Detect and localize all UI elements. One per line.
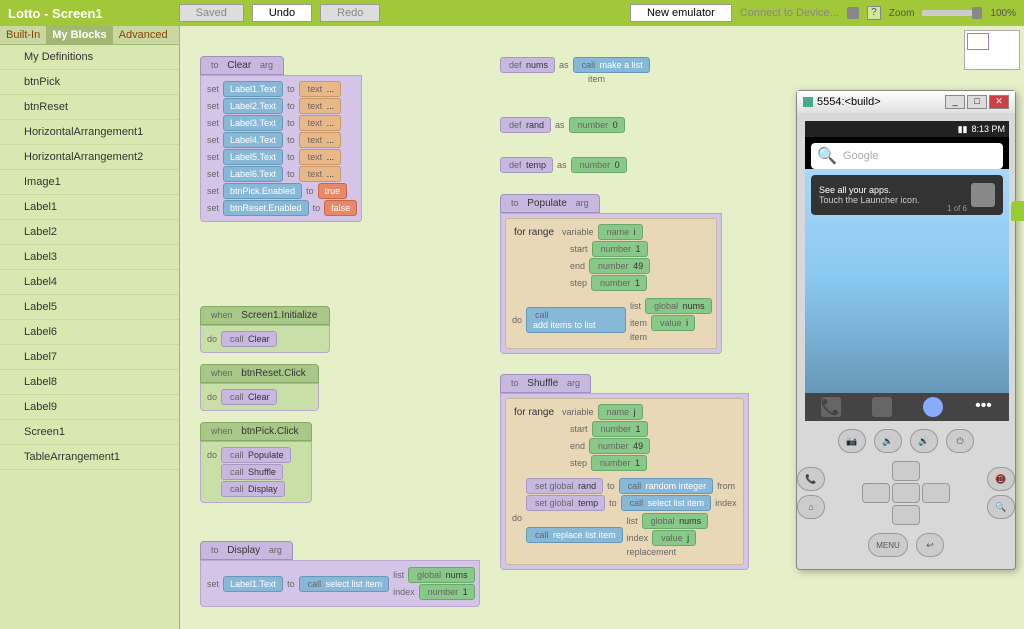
emulator-icon <box>803 97 813 107</box>
dpad-up[interactable] <box>892 461 920 481</box>
device-status-icon <box>847 7 859 19</box>
sidebar-item[interactable]: Label1 <box>0 195 179 220</box>
dpad[interactable] <box>860 461 952 525</box>
home-icon[interactable]: ⌂ <box>797 495 825 519</box>
dpad-down[interactable] <box>892 505 920 525</box>
emulator-screen[interactable]: ▮▮ 8:13 PM 🔍 Google See all your apps. T… <box>805 121 1009 421</box>
end-call-icon[interactable]: 📵 <box>987 467 1015 491</box>
sidebar-item[interactable]: Label2 <box>0 220 179 245</box>
block-btnreset-click[interactable]: when btnReset.Click docall Clear <box>200 364 319 411</box>
block-def-rand[interactable]: def rand as number 0 <box>500 116 625 134</box>
emulator-window[interactable]: 5554:<build> _ □ ✕ ▮▮ 8:13 PM 🔍 Google S… <box>796 90 1016 570</box>
call-icon[interactable]: 📞 <box>797 467 825 491</box>
palette-tabs: Built-In My Blocks Advanced <box>0 26 179 45</box>
android-statusbar: ▮▮ 8:13 PM <box>805 121 1009 137</box>
minimap[interactable] <box>964 30 1020 70</box>
launcher-hint: See all your apps. Touch the Launcher ic… <box>811 175 1003 215</box>
more-icon[interactable]: ••• <box>974 397 994 417</box>
app-title: Lotto - Screen1 <box>8 6 103 21</box>
sidebar-item[interactable]: btnReset <box>0 95 179 120</box>
phone-icon[interactable]: 📞 <box>821 397 841 417</box>
close-icon[interactable]: ✕ <box>989 95 1009 109</box>
redo-button[interactable]: Redo <box>320 4 380 22</box>
sidebar-item[interactable]: Image1 <box>0 170 179 195</box>
sidebar-item[interactable]: Label8 <box>0 370 179 395</box>
sidebar-item[interactable]: HorizontalArrangement2 <box>0 145 179 170</box>
apps-grid-icon <box>971 183 995 207</box>
help-icon[interactable]: ? <box>867 6 881 20</box>
sidebar-item[interactable]: Label6 <box>0 320 179 345</box>
sidebar-item[interactable]: Label5 <box>0 295 179 320</box>
block-display-procedure[interactable]: to Display arg setLabel1.Textto call sel… <box>200 541 480 607</box>
emulator-title: 5554:<build> <box>817 96 881 108</box>
block-clear-procedure[interactable]: to Clear arg setLabel1.Texttotext ...set… <box>200 56 362 222</box>
minimize-icon[interactable]: _ <box>945 95 965 109</box>
vol-down-icon[interactable]: 🔉 <box>874 429 902 453</box>
connect-device-dropdown[interactable]: Connect to Device... <box>740 7 839 19</box>
zoom-label: Zoom <box>889 8 915 19</box>
sidebar-item[interactable]: Label7 <box>0 345 179 370</box>
block-btnpick-click[interactable]: when btnPick.Click docall Populate call … <box>200 422 312 503</box>
maximize-icon[interactable]: □ <box>967 95 987 109</box>
top-toolbar: Lotto - Screen1 Saved Undo Redo New emul… <box>0 0 1024 26</box>
zoom-slider[interactable] <box>922 10 982 16</box>
block-def-nums[interactable]: def nums as call make a list item <box>500 56 650 85</box>
power-icon[interactable]: ⏻ <box>946 429 974 453</box>
browser-icon[interactable] <box>923 397 943 417</box>
dpad-right[interactable] <box>922 483 950 503</box>
tab-advanced[interactable]: Advanced <box>113 26 174 44</box>
tab-builtin[interactable]: Built-In <box>0 26 46 44</box>
new-emulator-button[interactable]: New emulator <box>630 4 732 22</box>
saved-button[interactable]: Saved <box>179 4 244 22</box>
google-search-bar[interactable]: 🔍 Google <box>811 143 1003 169</box>
block-shuffle-procedure[interactable]: to Shuffle arg for range variablename j … <box>500 374 749 570</box>
sidebar-item[interactable]: btnPick <box>0 70 179 95</box>
block-populate-procedure[interactable]: to Populate arg for range variablename i… <box>500 194 722 354</box>
emulator-titlebar[interactable]: 5554:<build> _ □ ✕ <box>797 91 1015 113</box>
sidebar-item[interactable]: TableArrangement1 <box>0 445 179 470</box>
search-hw-icon[interactable]: 🔍 <box>987 495 1015 519</box>
search-placeholder: Google <box>843 150 878 162</box>
sidebar-item[interactable]: Screen1 <box>0 420 179 445</box>
sidebar-item[interactable]: My Definitions <box>0 45 179 70</box>
block-screen-initialize[interactable]: when Screen1.Initialize docall Clear <box>200 306 330 353</box>
sidebar-item[interactable]: HorizontalArrangement1 <box>0 120 179 145</box>
zoom-percent: 100% <box>990 8 1016 19</box>
apps-icon[interactable] <box>872 397 892 417</box>
sidebar: Built-In My Blocks Advanced My Definitio… <box>0 26 180 629</box>
sidebar-item[interactable]: Label4 <box>0 270 179 295</box>
undo-button[interactable]: Undo <box>252 4 312 22</box>
android-mascot-icon <box>1011 201 1024 221</box>
dpad-center[interactable] <box>892 483 920 503</box>
menu-button[interactable]: MENU <box>868 533 908 557</box>
search-icon: 🔍 <box>817 146 837 166</box>
android-dock: 📞 ••• <box>805 393 1009 421</box>
camera-icon[interactable]: 📷 <box>838 429 866 453</box>
tab-myblocks[interactable]: My Blocks <box>46 26 112 44</box>
clock: 8:13 PM <box>971 124 1005 134</box>
vol-up-icon[interactable]: 🔊 <box>910 429 938 453</box>
dpad-left[interactable] <box>862 483 890 503</box>
block-def-temp[interactable]: def temp as number 0 <box>500 156 627 174</box>
signal-icon: ▮▮ <box>958 124 968 135</box>
back-icon[interactable]: ↩ <box>916 533 944 557</box>
sidebar-item[interactable]: Label3 <box>0 245 179 270</box>
sidebar-item[interactable]: Label9 <box>0 395 179 420</box>
